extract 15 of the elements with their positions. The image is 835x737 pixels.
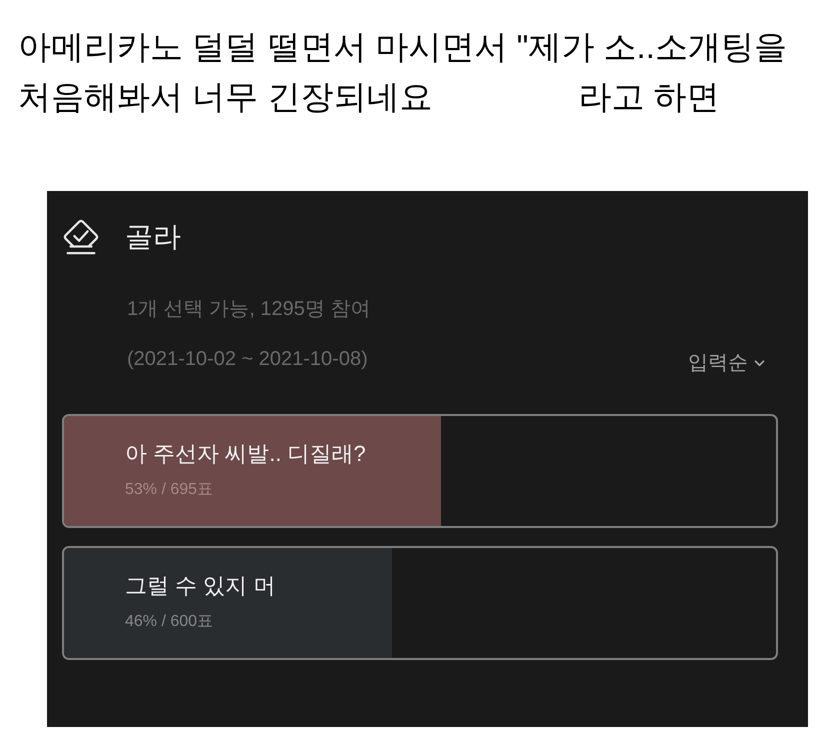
ballot-check-icon (62, 219, 100, 255)
caption-text: 아메리카노 덜덜 떨면서 마시면서 "제가 소..소개팅을 (18, 27, 787, 67)
option-label: 아 주선자 씨발.. 디질래? (125, 440, 366, 468)
sort-dropdown[interactable]: 입력순 (688, 349, 765, 377)
poll-title: 골라 (125, 220, 181, 254)
caption-text: 라고 하면 (578, 77, 720, 117)
poll-meta: 1개 선택 가능, 1295명 참여 (127, 297, 370, 322)
vote-result: 53% / 695표 (125, 480, 214, 500)
option-label: 그럴 수 있지 머 (125, 572, 276, 600)
chevron-down-icon (754, 360, 765, 366)
caption-text: 처음해봐서 너무 긴장되네요 (18, 77, 432, 117)
poll-period: (2021-10-02 ~ 2021-10-08) (127, 347, 368, 372)
poll-option-bar[interactable]: 아 주선자 씨발.. 디질래? 53% / 695표 (62, 414, 778, 528)
poll-option-bar[interactable]: 그럴 수 있지 머 46% / 600표 (62, 546, 778, 660)
vote-result: 46% / 600표 (125, 612, 214, 632)
